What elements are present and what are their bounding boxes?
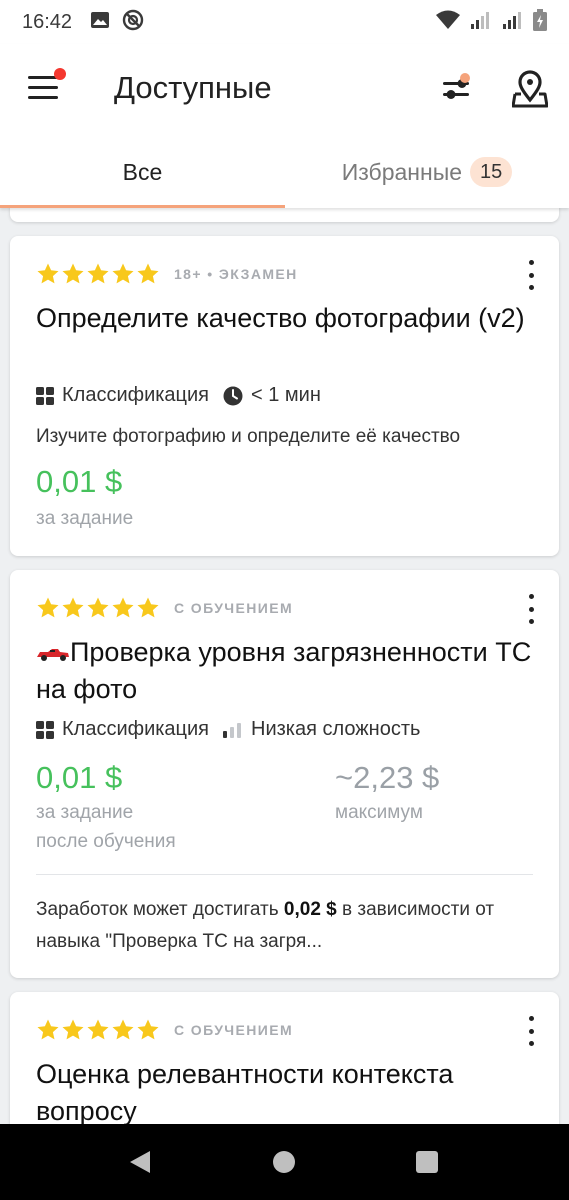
menu-button[interactable] xyxy=(28,68,66,104)
back-button[interactable] xyxy=(128,1150,152,1179)
sync-icon xyxy=(122,9,144,36)
more-options-button[interactable] xyxy=(523,260,539,290)
task-meta-row: С ОБУЧЕНИЕМ xyxy=(36,594,293,622)
recent-apps-button[interactable] xyxy=(416,1151,438,1173)
back-triangle-icon xyxy=(130,1151,150,1173)
star-icon xyxy=(112,597,134,618)
task-title-block: Проверка уровня загрязненности ТС на фот… xyxy=(36,634,536,708)
map-pin-icon xyxy=(511,70,549,108)
star-icon xyxy=(112,1019,134,1040)
max-price-caption: максимум xyxy=(335,802,423,823)
task-duration: < 1 мин xyxy=(251,384,321,406)
task-meta: 18+ • ЭКЗАМЕН xyxy=(174,266,298,282)
rating-stars xyxy=(36,596,160,620)
favorites-count-badge: 15 xyxy=(470,157,513,187)
tab-bar: Все Избранные 15 xyxy=(0,136,569,208)
star-icon xyxy=(62,597,84,618)
task-meta-row: 18+ • ЭКЗАМЕН xyxy=(36,260,298,288)
task-type: Классификация xyxy=(62,718,210,740)
star-icon xyxy=(137,263,159,284)
task-tags: Классификация < 1 мин xyxy=(36,384,321,407)
star-icon xyxy=(37,263,59,284)
active-tab-indicator xyxy=(0,205,285,208)
signal-1-icon xyxy=(469,10,493,35)
star-icon xyxy=(87,1019,109,1040)
sliders-filter-icon xyxy=(443,73,470,99)
rating-stars xyxy=(36,262,160,286)
earnings-text-start: Заработок может достигать xyxy=(36,899,284,920)
page-title: Доступные xyxy=(114,70,272,105)
system-nav-bar xyxy=(0,1124,569,1200)
star-icon xyxy=(62,263,84,284)
star-icon xyxy=(137,597,159,618)
task-title: Оценка релевантности контекста вопросу xyxy=(36,1059,454,1124)
divider xyxy=(36,874,533,875)
status-notifications xyxy=(90,9,144,36)
task-card[interactable]: 18+ • ЭКЗАМЕН Определите качество фотогр… xyxy=(10,236,559,556)
task-type: Классификация xyxy=(62,384,210,406)
toolbar: Доступные xyxy=(0,44,569,136)
notification-dot xyxy=(54,68,66,80)
star-icon xyxy=(137,1019,159,1040)
task-meta: С ОБУЧЕНИЕМ xyxy=(174,600,294,616)
price-caption: за задание xyxy=(36,802,134,823)
clock-icon xyxy=(223,386,243,406)
star-icon xyxy=(37,597,59,618)
status-system-icons xyxy=(435,8,547,36)
task-tags: Классификация Низкая сложность xyxy=(36,718,420,741)
wifi-icon xyxy=(435,10,461,35)
task-card[interactable]: С ОБУЧЕНИЕМ Оценка релевантности контекс… xyxy=(10,992,559,1124)
task-description: Изучите фотографию и определите её качес… xyxy=(36,426,461,447)
tab-favorites-label: Избранные xyxy=(341,158,463,185)
task-list: 18+ • ЭКЗАМЕН Определите качество фотогр… xyxy=(0,208,569,1124)
tab-all[interactable]: Все xyxy=(0,136,285,208)
star-icon xyxy=(37,1019,59,1040)
task-meta: С ОБУЧЕНИЕМ xyxy=(174,1022,294,1038)
earnings-note: Заработок может достигать 0,02 $ в завис… xyxy=(36,894,541,958)
task-card[interactable]: С ОБУЧЕНИЕМ Проверка уровня загрязненнос… xyxy=(10,570,559,978)
more-options-button[interactable] xyxy=(523,594,539,624)
task-meta-row: С ОБУЧЕНИЕМ xyxy=(36,1016,293,1044)
home-button[interactable] xyxy=(273,1151,295,1173)
star-icon xyxy=(87,597,109,618)
filter-button[interactable] xyxy=(440,72,474,106)
task-card-previous[interactable] xyxy=(10,208,559,222)
star-icon xyxy=(87,263,109,284)
signal-2-icon xyxy=(501,10,525,35)
star-icon xyxy=(62,1019,84,1040)
max-price: ~2,23 $ xyxy=(335,760,440,795)
signal-bars-icon xyxy=(223,722,243,738)
grid-squares-icon xyxy=(36,720,54,739)
race-car-icon xyxy=(37,648,69,661)
tab-favorites[interactable]: Избранные 15 xyxy=(285,136,569,208)
more-options-button[interactable] xyxy=(523,1016,539,1046)
task-price: 0,01 $ xyxy=(36,760,123,795)
earnings-amount: 0,02 $ xyxy=(283,899,337,920)
image-icon xyxy=(90,10,110,35)
task-title: Проверка уровня загрязненности ТС на фот… xyxy=(36,637,532,704)
task-difficulty: Низкая сложность xyxy=(251,718,421,740)
grid-squares-icon xyxy=(36,386,54,405)
tab-all-label: Все xyxy=(122,158,163,185)
price-caption-after-training: после обучения xyxy=(36,831,176,852)
battery-icon xyxy=(533,8,547,36)
map-button[interactable] xyxy=(511,70,549,108)
status-time: 16:42 xyxy=(22,10,73,33)
rating-stars xyxy=(36,1018,160,1042)
price-caption: за задание xyxy=(36,508,134,529)
star-icon xyxy=(112,263,134,284)
app-header: Доступные Все Избранные 15 xyxy=(0,44,569,208)
task-title: Определите качество фотографии (v2) xyxy=(36,303,525,333)
task-price: 0,01 $ xyxy=(36,464,123,499)
status-bar: 16:42 xyxy=(0,0,569,44)
